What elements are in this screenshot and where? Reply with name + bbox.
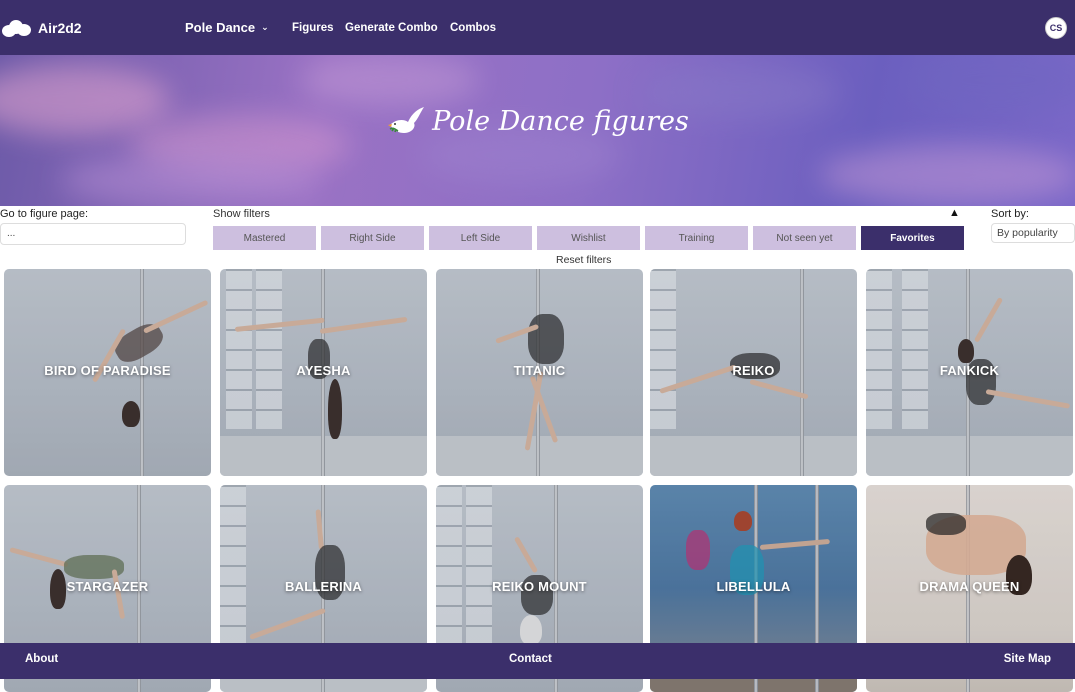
reset-filters-link[interactable]: Reset filters [556,254,611,266]
cloud-logo-icon [2,19,32,37]
filter-left-side[interactable]: Left Side [429,226,532,250]
figure-card[interactable]: TITANIC [436,269,643,476]
figure-card[interactable]: AYESHA [220,269,427,476]
filter-wishlist[interactable]: Wishlist [537,226,640,250]
sort-by-value: By popularity [997,227,1058,239]
footer-about-link[interactable]: About [25,653,58,665]
nav-link-combos[interactable]: Combos [450,0,496,55]
figure-card-title: REIKO [732,363,775,378]
sport-dropdown-label: Pole Dance [185,20,256,35]
footer-sitemap-link[interactable]: Site Map [1004,653,1051,665]
filter-training[interactable]: Training [645,226,748,250]
figure-card-title: TITANIC [513,363,566,378]
chevron-up-icon[interactable]: ▲ [949,207,960,219]
filter-right-side[interactable]: Right Side [321,226,424,250]
figure-card-title: BALLERINA [285,579,362,594]
hero-title-text: Pole Dance figures [432,105,689,137]
brand-logo-link[interactable]: Air2d2 [0,0,82,55]
hero-banner: Pole Dance figures [0,55,1075,206]
figure-card-title: BIRD OF PARADISE [44,363,171,378]
figure-card[interactable]: REIKO [650,269,857,476]
sort-by-select[interactable]: By popularity [991,223,1075,243]
figure-card-title: AYESHA [296,363,351,378]
figure-card-title: LIBELLULA [716,579,791,594]
figure-card-title: STARGAZER [66,579,149,594]
dove-icon [388,107,425,133]
sort-by-label: Sort by: [991,208,1029,220]
footer: About Contact Site Map [0,643,1075,679]
sport-dropdown[interactable]: Pole Dance ⌄ [185,0,269,55]
goto-figure-label: Go to figure page: [0,208,89,220]
footer-contact-link[interactable]: Contact [509,653,552,665]
figure-card[interactable]: FANKICK [866,269,1073,476]
figure-card[interactable]: BIRD OF PARADISE [4,269,211,476]
goto-figure-input[interactable]: ... [0,223,186,245]
figure-card-title: DRAMA QUEEN [919,579,1020,594]
nav-link-figures[interactable]: Figures [292,0,334,55]
nav-link-generate-combo[interactable]: Generate Combo [345,0,438,55]
figure-card-title: FANKICK [939,363,1000,378]
filter-not-seen-yet[interactable]: Not seen yet [753,226,856,250]
user-avatar[interactable]: CS [1045,17,1067,39]
hero-title: Pole Dance figures [0,105,1075,137]
filter-favorites[interactable]: Favorites [861,226,964,250]
show-filters-toggle[interactable]: Show filters [213,208,270,220]
filter-mastered[interactable]: Mastered [213,226,316,250]
figure-card-title: REIKO MOUNT [492,579,587,594]
top-navbar: Air2d2 Pole Dance ⌄ Figures Generate Com… [0,0,1075,55]
chevron-down-icon: ⌄ [261,22,269,32]
brand-name: Air2d2 [38,19,82,36]
